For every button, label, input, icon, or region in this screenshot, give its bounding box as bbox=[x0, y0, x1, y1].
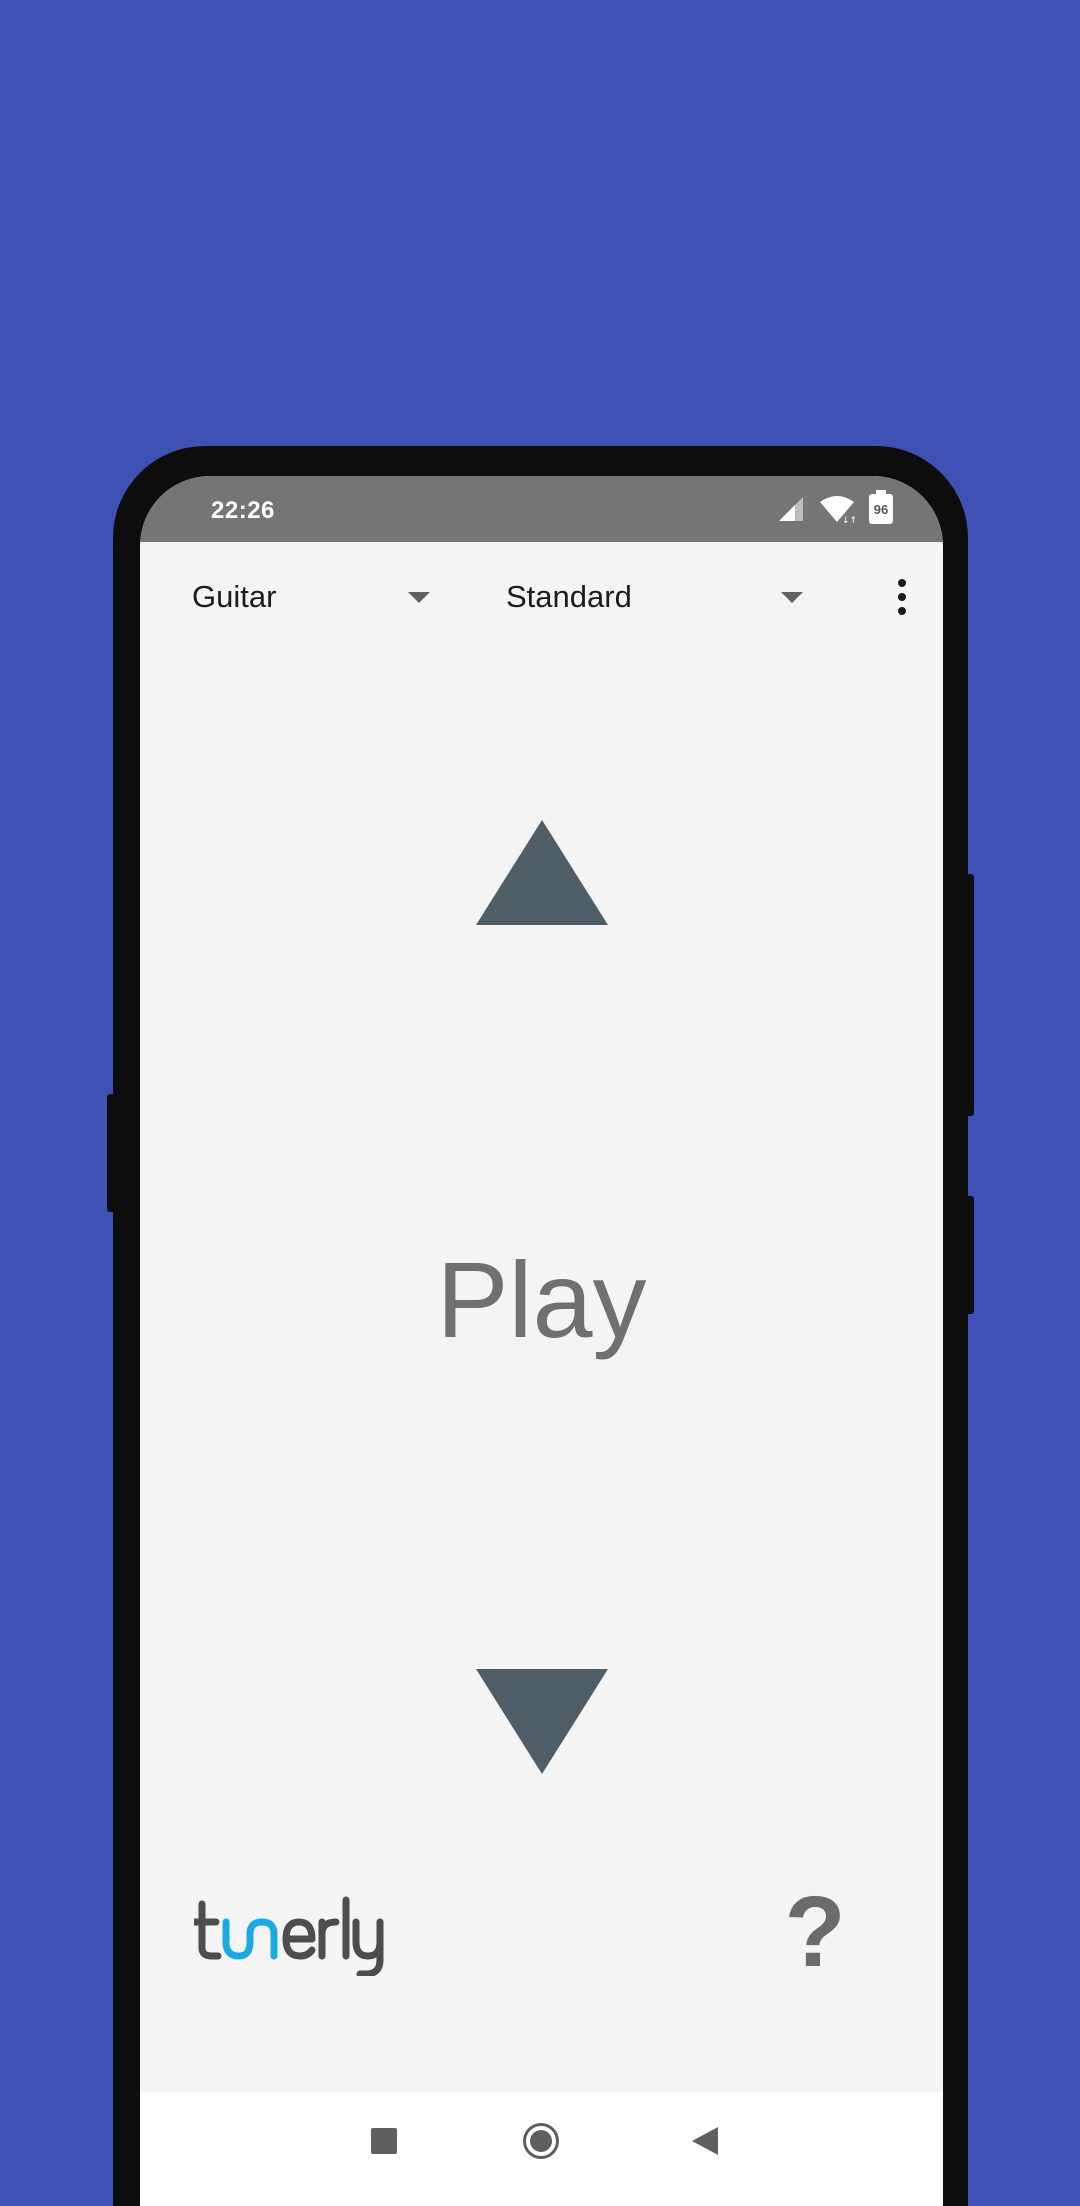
tuner-status-text: Play bbox=[436, 1239, 647, 1360]
triangle-up-icon[interactable] bbox=[476, 820, 608, 925]
more-vert-icon bbox=[898, 579, 906, 587]
tunerly-logo: tunerly bbox=[190, 1896, 384, 1978]
tuning-label: Standard bbox=[506, 579, 632, 614]
logo-mark bbox=[190, 1896, 384, 1978]
triangle-down-icon[interactable] bbox=[476, 1669, 608, 1774]
recents-icon[interactable] bbox=[371, 2128, 397, 2154]
phone-frame: 22:26 ↓↑ 96 Guitar Standard Play ? bbox=[107, 446, 974, 2206]
tuning-dropdown[interactable]: Standard bbox=[506, 542, 806, 652]
more-options-button[interactable] bbox=[890, 572, 914, 622]
phone-power-button bbox=[964, 874, 974, 1116]
wifi-icon: ↓↑ bbox=[820, 496, 855, 524]
dropdown-arrow-icon bbox=[781, 592, 803, 603]
help-button[interactable]: ? bbox=[765, 1882, 865, 1982]
app-screen: 22:26 ↓↑ 96 Guitar Standard Play ? bbox=[140, 476, 943, 2206]
instrument-dropdown[interactable]: Guitar bbox=[192, 542, 432, 652]
instrument-label: Guitar bbox=[192, 579, 277, 614]
back-icon[interactable] bbox=[692, 2127, 718, 2155]
status-icons: ↓↑ 96 bbox=[777, 490, 893, 524]
navigation-bar bbox=[140, 2092, 943, 2206]
status-bar: 22:26 ↓↑ 96 bbox=[140, 476, 943, 542]
home-icon[interactable] bbox=[523, 2123, 559, 2159]
status-time: 22:26 bbox=[211, 497, 275, 524]
signal-icon bbox=[779, 497, 803, 521]
toolbar: Guitar Standard bbox=[140, 542, 943, 652]
battery-icon: 96 bbox=[869, 490, 893, 524]
dropdown-arrow-icon bbox=[408, 592, 430, 603]
phone-side-button bbox=[107, 1094, 117, 1212]
svg-text:↓↑: ↓↑ bbox=[842, 516, 855, 524]
battery-level: 96 bbox=[873, 502, 889, 517]
phone-volume-button bbox=[964, 1196, 974, 1314]
